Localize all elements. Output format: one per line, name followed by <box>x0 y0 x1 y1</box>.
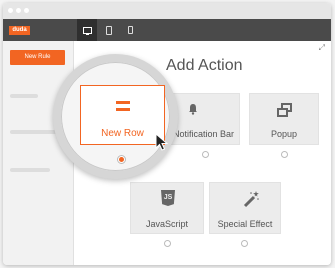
rule-placeholder <box>10 168 50 172</box>
window-dot-icon <box>24 8 29 13</box>
title-bar <box>3 3 331 19</box>
equals-icon <box>116 108 130 111</box>
popup-icon <box>277 103 293 117</box>
action-label: JavaScript <box>145 219 189 229</box>
action-card-popup[interactable]: Popup <box>249 93 319 145</box>
desktop-view-button[interactable] <box>77 19 97 41</box>
tablet-view-button[interactable] <box>99 19 119 41</box>
radio-popup[interactable] <box>281 151 288 158</box>
magic-wand-icon <box>243 191 259 208</box>
desktop-icon <box>82 26 92 35</box>
page-title: Add Action <box>166 57 243 74</box>
rule-placeholder <box>10 94 38 98</box>
duda-logo: duda <box>9 26 30 35</box>
action-card-new-row[interactable]: New Row <box>80 85 165 145</box>
editor-toolbar: duda <box>3 19 331 41</box>
radio-new-row[interactable] <box>117 155 126 164</box>
action-label: New Row <box>101 128 144 139</box>
mouse-cursor-icon <box>155 133 169 151</box>
window-dot-icon <box>16 8 21 13</box>
bell-icon <box>189 104 197 115</box>
new-rule-button[interactable]: New Rule <box>10 50 65 65</box>
tablet-icon <box>106 25 112 35</box>
action-label: Popup <box>270 129 298 139</box>
mobile-view-button[interactable] <box>120 19 140 41</box>
rules-sidebar: New Rule <box>3 41 74 265</box>
window-dot-icon <box>8 8 13 13</box>
radio-notification-bar[interactable] <box>202 151 209 158</box>
javascript-icon: JS <box>161 190 175 206</box>
equals-icon <box>116 101 130 104</box>
action-label: Notification Bar <box>172 129 235 139</box>
action-label: Special Effect <box>217 219 273 229</box>
mobile-icon <box>127 26 133 34</box>
action-card-javascript[interactable]: JS JavaScript <box>130 182 204 234</box>
radio-javascript[interactable] <box>164 240 171 247</box>
action-card-special-effect[interactable]: Special Effect <box>209 182 281 234</box>
radio-special-effect[interactable] <box>241 240 248 247</box>
expand-icon[interactable]: ⤢ <box>319 43 325 53</box>
